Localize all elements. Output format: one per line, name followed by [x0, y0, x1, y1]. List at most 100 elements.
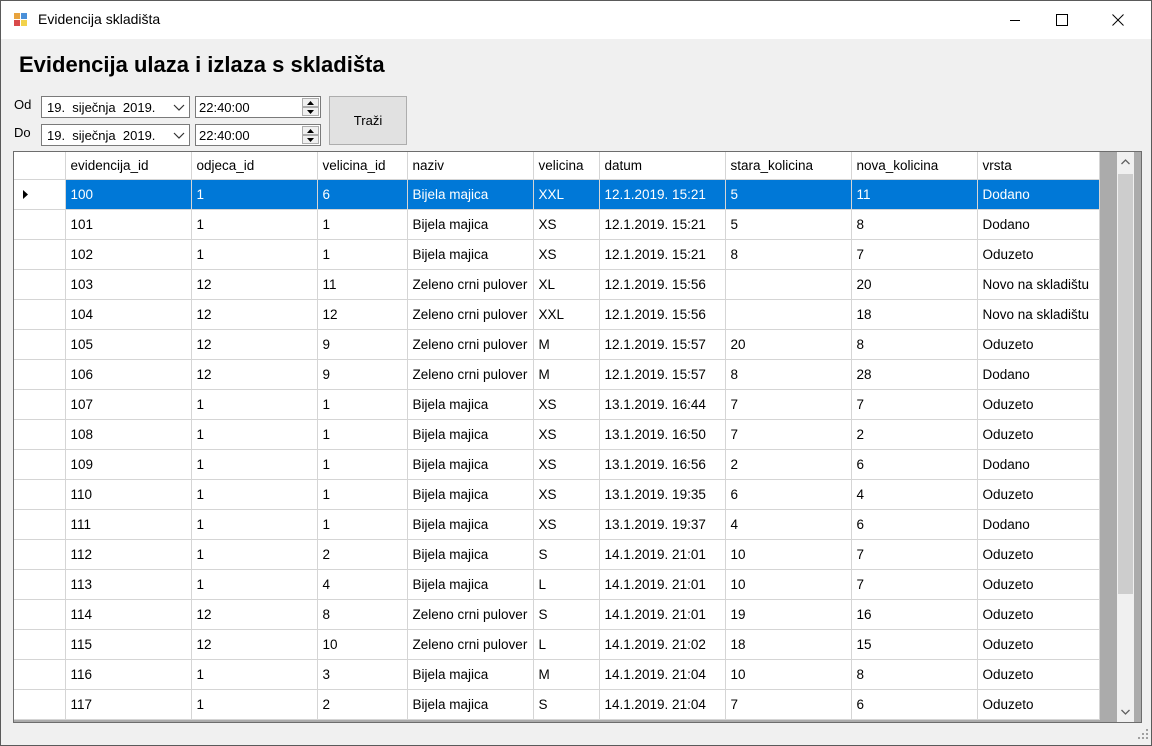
table-cell[interactable]: M	[533, 329, 600, 360]
table-cell[interactable]: 7	[725, 689, 852, 720]
table-cell[interactable]: 113	[65, 569, 192, 600]
table-cell[interactable]: 14.1.2019. 21:01	[599, 539, 726, 570]
table-row[interactable]: 100 1 6 Bijela majica XXL 12.1.2019. 15:21 5 11…	[14, 179, 1100, 210]
spin-up-icon[interactable]	[302, 126, 319, 135]
scroll-down-icon[interactable]	[1117, 702, 1134, 722]
to-time-picker[interactable]: 22:40:00	[195, 124, 321, 146]
table-cell[interactable]: Oduzeto	[977, 569, 1100, 600]
table-cell[interactable]: 6	[725, 479, 852, 510]
table-cell[interactable]: 14.1.2019. 21:02	[599, 629, 726, 660]
table-cell[interactable]: 102	[65, 239, 192, 270]
column-header[interactable]: nova_kolicina	[851, 152, 978, 180]
table-cell[interactable]: 117	[65, 689, 192, 720]
table-cell[interactable]: 108	[65, 419, 192, 450]
table-cell[interactable]: S	[533, 599, 600, 630]
table-cell[interactable]: 13.1.2019. 19:37	[599, 509, 726, 540]
table-cell[interactable]: Bijela majica	[407, 659, 534, 690]
chevron-down-icon[interactable]	[173, 101, 185, 116]
table-cell[interactable]: 5	[725, 209, 852, 240]
scroll-up-icon[interactable]	[1117, 152, 1134, 172]
table-cell[interactable]: 8	[851, 209, 978, 240]
table-cell[interactable]: Oduzeto	[977, 659, 1100, 690]
table-cell[interactable]: 10	[317, 629, 408, 660]
minimize-button[interactable]	[992, 1, 1038, 39]
table-cell[interactable]: 14.1.2019. 21:01	[599, 569, 726, 600]
vertical-scrollbar[interactable]	[1117, 152, 1134, 722]
table-row[interactable]: 114 12 8 Zeleno crni pulover S 14.1.2019. 21:…	[14, 599, 1100, 630]
table-cell[interactable]: Bijela majica	[407, 689, 534, 720]
table-cell[interactable]: 100	[65, 179, 192, 210]
table-cell[interactable]: 10	[725, 569, 852, 600]
table-cell[interactable]: 8	[851, 329, 978, 360]
column-header[interactable]: datum	[599, 152, 726, 180]
table-cell[interactable]: 14.1.2019. 21:04	[599, 659, 726, 690]
table-cell[interactable]: 18	[851, 299, 978, 330]
table-cell[interactable]: 2	[317, 689, 408, 720]
column-header[interactable]: velicina_id	[317, 152, 408, 180]
table-cell[interactable]: Novo na skladištu	[977, 269, 1100, 300]
table-row[interactable]: 108 1 1 Bijela majica XS 13.1.2019. 16:50 7 2 Od…	[14, 419, 1100, 450]
table-cell[interactable]: 1	[317, 449, 408, 480]
row-header[interactable]	[14, 299, 66, 330]
table-cell[interactable]: 7	[851, 239, 978, 270]
table-cell[interactable]: 1	[191, 239, 318, 270]
row-header[interactable]	[14, 329, 66, 360]
scrollbar-thumb[interactable]	[1118, 174, 1133, 594]
table-cell[interactable]: 13.1.2019. 16:56	[599, 449, 726, 480]
table-cell[interactable]: 9	[317, 359, 408, 390]
table-cell[interactable]: 6	[851, 509, 978, 540]
table-cell[interactable]: 103	[65, 269, 192, 300]
table-cell[interactable]: 6	[317, 179, 408, 210]
column-header[interactable]: vrsta	[977, 152, 1100, 180]
table-cell[interactable]: 101	[65, 209, 192, 240]
table-cell[interactable]: 4	[851, 479, 978, 510]
table-cell[interactable]: 7	[725, 419, 852, 450]
table-cell[interactable]: M	[533, 359, 600, 390]
table-cell[interactable]: 12	[191, 359, 318, 390]
table-cell[interactable]: Zeleno crni pulover	[407, 329, 534, 360]
from-time-picker[interactable]: 22:40:00	[195, 96, 321, 118]
row-header[interactable]	[14, 659, 66, 690]
table-cell[interactable]: Zeleno crni pulover	[407, 269, 534, 300]
row-header[interactable]	[14, 419, 66, 450]
table-cell[interactable]: 2	[317, 539, 408, 570]
table-cell[interactable]: Oduzeto	[977, 629, 1100, 660]
table-cell[interactable]: 1	[317, 239, 408, 270]
spin-up-icon[interactable]	[302, 98, 319, 107]
table-cell[interactable]: M	[533, 659, 600, 690]
table-cell[interactable]: 5	[725, 179, 852, 210]
table-cell[interactable]: Dodano	[977, 359, 1100, 390]
table-cell[interactable]: 12.1.2019. 15:21	[599, 179, 726, 210]
table-cell[interactable]: Bijela majica	[407, 239, 534, 270]
table-cell[interactable]: Oduzeto	[977, 419, 1100, 450]
table-cell[interactable]: Oduzeto	[977, 479, 1100, 510]
from-date-picker[interactable]: 19. siječnja 2019.	[41, 96, 190, 118]
table-cell[interactable]: 1	[317, 209, 408, 240]
table-cell[interactable]: Dodano	[977, 449, 1100, 480]
row-header[interactable]	[14, 269, 66, 300]
table-cell[interactable]: 19	[725, 599, 852, 630]
row-header[interactable]	[14, 479, 66, 510]
table-cell[interactable]: 12.1.2019. 15:57	[599, 359, 726, 390]
table-cell[interactable]: Bijela majica	[407, 509, 534, 540]
table-cell[interactable]: 1	[317, 509, 408, 540]
column-header[interactable]: stara_kolicina	[725, 152, 852, 180]
table-cell[interactable]: 4	[317, 569, 408, 600]
table-row[interactable]: 110 1 1 Bijela majica XS 13.1.2019. 19:35 6 4 Od…	[14, 479, 1100, 510]
table-cell[interactable]: 1	[191, 479, 318, 510]
table-cell[interactable]: 105	[65, 329, 192, 360]
table-cell[interactable]: 1	[317, 419, 408, 450]
table-cell[interactable]: 2	[851, 419, 978, 450]
table-row[interactable]: 104 12 12 Zeleno crni pulover XXL 12.1.2019. …	[14, 299, 1100, 330]
table-cell[interactable]: Dodano	[977, 179, 1100, 210]
table-cell[interactable]: 13.1.2019. 16:44	[599, 389, 726, 420]
table-cell[interactable]: 18	[725, 629, 852, 660]
table-cell[interactable]: Bijela majica	[407, 539, 534, 570]
table-cell[interactable]: 12.1.2019. 15:56	[599, 269, 726, 300]
column-header[interactable]: evidencija_id	[65, 152, 192, 180]
column-header[interactable]: velicina	[533, 152, 600, 180]
table-cell[interactable]: XS	[533, 479, 600, 510]
size-grip-icon[interactable]	[1138, 726, 1148, 742]
table-cell[interactable]: 9	[317, 329, 408, 360]
table-cell[interactable]: XS	[533, 389, 600, 420]
